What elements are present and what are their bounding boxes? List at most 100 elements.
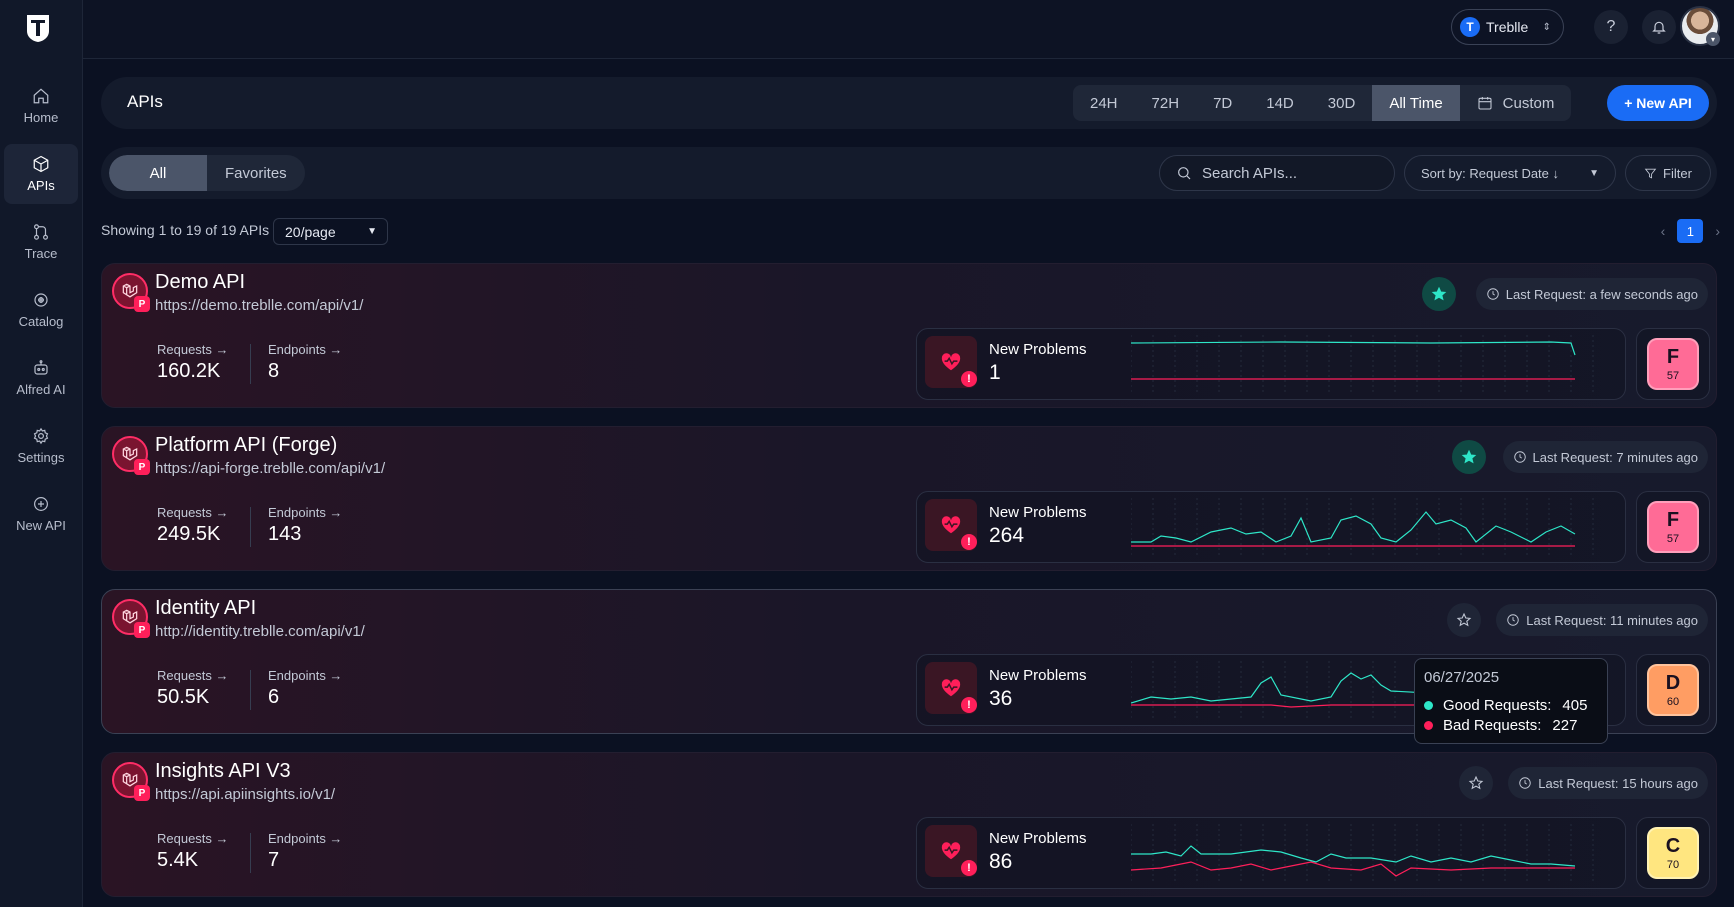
range-all-time[interactable]: All Time — [1372, 85, 1460, 121]
problems-count: 86 — [989, 850, 1013, 873]
endpoints-link[interactable]: Endpoints → — [268, 505, 342, 520]
api-grade-badge: D 60 — [1647, 664, 1699, 716]
grade-letter: F — [1666, 508, 1680, 531]
requests-count: 160.2K — [157, 360, 221, 382]
api-grade-panel[interactable]: F 57 — [1636, 328, 1710, 400]
api-name[interactable]: Demo API — [155, 271, 245, 294]
requests-sparkline[interactable] — [1131, 335, 1621, 395]
catalog-icon — [34, 293, 48, 307]
notifications-button[interactable] — [1642, 10, 1676, 44]
search-icon — [1178, 167, 1191, 180]
caret-down-icon: ▼ — [367, 226, 377, 237]
new-problems-panel[interactable]: ! New Problems 86 — [916, 817, 1626, 889]
favorite-button[interactable] — [1447, 603, 1481, 637]
treblle-logo[interactable] — [22, 12, 54, 44]
new-problems-panel[interactable]: ! New Problems 264 — [916, 491, 1626, 563]
time-range-selector: 24H 72H 7D 14D 30D All Time Custom — [1073, 85, 1572, 121]
plus-circle-icon — [34, 497, 48, 511]
api-grade-panel[interactable]: C 70 — [1636, 817, 1710, 889]
requests-sparkline[interactable] — [1131, 824, 1621, 884]
range-14d[interactable]: 14D — [1249, 85, 1311, 121]
range-custom[interactable]: Custom — [1460, 85, 1572, 121]
per-page-select[interactable]: 20/page ▼ — [273, 218, 388, 245]
segment-favorites[interactable]: Favorites — [207, 155, 305, 191]
avatar[interactable]: ▾ — [1680, 6, 1720, 46]
api-name[interactable]: Insights API V3 — [155, 760, 291, 783]
per-page-value: 20/page — [285, 223, 336, 240]
endpoints-link[interactable]: Endpoints → — [268, 831, 342, 846]
sidebar-item-alfred-ai[interactable]: Alfred AI — [4, 348, 78, 408]
range-7d[interactable]: 7D — [1196, 85, 1249, 121]
filter-button[interactable]: Filter — [1625, 155, 1711, 191]
endpoints-link[interactable]: Endpoints → — [268, 342, 342, 357]
production-badge: P — [134, 622, 150, 638]
api-grade-badge: C 70 — [1647, 827, 1699, 879]
last-request-text: Last Request: a few seconds ago — [1505, 286, 1698, 302]
problems-label: New Problems — [989, 504, 1087, 521]
workspace-switcher[interactable]: T Treblle ⇕ — [1451, 9, 1564, 45]
production-badge: P — [134, 785, 150, 801]
sidebar-nav: Home APIs Trace Catalog Alfred AI Settin… — [4, 76, 78, 552]
tooltip-good-row: Good Requests: 405 — [1424, 697, 1587, 714]
new-api-button[interactable]: + New API — [1607, 85, 1709, 121]
alert-icon: ! — [961, 697, 977, 713]
alert-icon: ! — [961, 371, 977, 387]
range-24h[interactable]: 24H — [1073, 85, 1135, 121]
api-grade-panel[interactable]: D 60 — [1636, 654, 1710, 726]
star-icon — [1468, 775, 1484, 790]
chevron-left-icon[interactable]: ‹ — [1661, 223, 1666, 239]
stat-divider — [250, 507, 251, 547]
requests-link[interactable]: Requests → — [157, 831, 229, 846]
sidebar: Home APIs Trace Catalog Alfred AI Settin… — [0, 0, 83, 907]
sidebar-item-home[interactable]: Home — [4, 76, 78, 136]
api-card[interactable]: P Demo API https://demo.treblle.com/api/… — [101, 263, 1717, 408]
api-grade-panel[interactable]: F 57 — [1636, 491, 1710, 563]
api-card[interactable]: P Platform API (Forge) https://api-forge… — [101, 426, 1717, 571]
requests-link[interactable]: Requests → — [157, 668, 229, 683]
sort-label: Sort by: Request Date ↓ — [1421, 165, 1560, 181]
filter-panel: All Favorites Search APIs... Sort by: Re… — [101, 147, 1717, 199]
tooltip-good-label: Good Requests: — [1443, 697, 1552, 714]
requests-sparkline[interactable] — [1131, 498, 1621, 558]
last-request-text: Last Request: 7 minutes ago — [1532, 449, 1699, 465]
production-badge: P — [134, 296, 150, 312]
sort-dropdown[interactable]: Sort by: Request Date ↓ ▼ — [1404, 155, 1616, 191]
api-grade-badge: F 57 — [1647, 338, 1699, 390]
chevron-right-icon[interactable]: › — [1715, 223, 1720, 239]
search-input[interactable]: Search APIs... — [1159, 155, 1395, 191]
problems-count: 1 — [989, 361, 1001, 384]
favorite-button[interactable] — [1422, 277, 1456, 311]
range-72h[interactable]: 72H — [1135, 85, 1197, 121]
requests-link[interactable]: Requests → — [157, 342, 229, 357]
favorite-button[interactable] — [1452, 440, 1486, 474]
top-bar: T Treblle ⇕ ? ▾ — [83, 0, 1734, 59]
sidebar-item-settings[interactable]: Settings — [4, 416, 78, 476]
sidebar-item-label: APIs — [27, 178, 55, 193]
api-name[interactable]: Identity API — [155, 597, 256, 620]
bad-dot-icon — [1424, 721, 1433, 730]
sidebar-item-apis[interactable]: APIs — [4, 144, 78, 204]
stat-divider — [250, 833, 251, 873]
new-problems-panel[interactable]: ! New Problems 1 — [916, 328, 1626, 400]
filter-label: Filter — [1663, 165, 1692, 181]
page-number[interactable]: 1 — [1677, 219, 1704, 243]
favorite-button[interactable] — [1459, 766, 1493, 800]
help-button[interactable]: ? — [1594, 10, 1628, 44]
star-icon — [1456, 612, 1472, 627]
range-30d[interactable]: 30D — [1311, 85, 1373, 121]
gear-icon — [33, 427, 49, 445]
sidebar-item-new-api[interactable]: New API — [4, 484, 78, 544]
requests-link[interactable]: Requests → — [157, 505, 229, 520]
problems-label: New Problems — [989, 667, 1087, 684]
api-card[interactable]: P Insights API V3 https://api.apiinsight… — [101, 752, 1717, 897]
api-url: https://api.apiinsights.io/v1/ — [155, 786, 336, 803]
endpoints-link[interactable]: Endpoints → — [268, 668, 342, 683]
sidebar-item-trace[interactable]: Trace — [4, 212, 78, 272]
segment-all[interactable]: All — [109, 155, 207, 191]
endpoints-count: 6 — [268, 686, 280, 708]
sidebar-item-catalog[interactable]: Catalog — [4, 280, 78, 340]
tooltip-good-value: 405 — [1562, 697, 1588, 714]
last-request-badge: Last Request: 15 hours ago — [1508, 767, 1708, 799]
tooltip-bad-value: 227 — [1552, 717, 1578, 734]
api-name[interactable]: Platform API (Forge) — [155, 434, 337, 457]
